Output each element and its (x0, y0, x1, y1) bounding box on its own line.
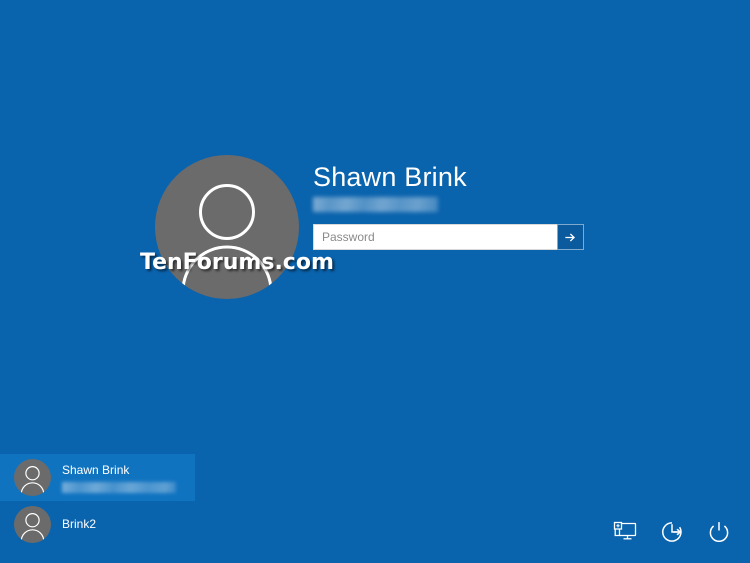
list-item-label: Brink2 (62, 517, 97, 531)
network-icon[interactable] (611, 518, 639, 546)
arrow-right-icon (564, 231, 577, 244)
user-list: Shawn Brink Brink2 (0, 454, 220, 548)
user-avatar-icon (155, 155, 299, 299)
password-input[interactable] (313, 224, 557, 250)
user-text: Brink2 (62, 517, 96, 532)
account-column: Shawn Brink (313, 162, 595, 250)
user-avatar-icon (14, 459, 51, 496)
ease-of-access-icon[interactable] (658, 518, 686, 546)
account-name: Shawn Brink (313, 162, 467, 192)
list-item-label: Shawn Brink (62, 462, 130, 477)
user-text: Shawn Brink (62, 463, 176, 493)
sign-in-panel: TenForums.com Shawn Brink (140, 155, 595, 305)
submit-password-button[interactable] (557, 224, 584, 250)
system-icons-tray (611, 518, 733, 546)
list-item[interactable]: Shawn Brink (0, 454, 195, 501)
user-avatar-icon (14, 506, 51, 543)
sign-in-screen: TenForums.com Shawn Brink Shawn Brink Br… (0, 0, 750, 563)
list-item-email-redacted (62, 481, 176, 493)
power-icon[interactable] (705, 518, 733, 546)
list-item[interactable]: Brink2 (0, 501, 195, 548)
account-email-redacted (313, 197, 438, 213)
password-row (313, 224, 584, 250)
